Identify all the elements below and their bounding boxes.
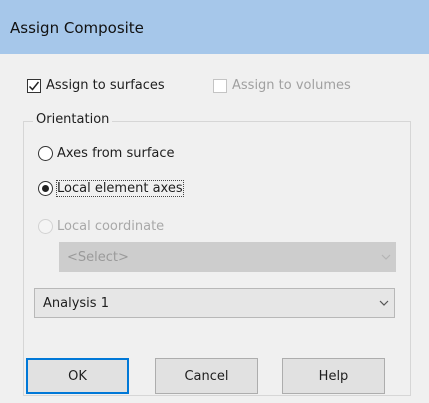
analysis-select-value: Analysis 1 [43,295,109,311]
checkbox-box[interactable] [27,78,41,93]
cancel-button[interactable]: Cancel [155,358,258,394]
coordinate-select[interactable]: <Select> [59,242,396,272]
radio-local-element-axes[interactable]: Local element axes [38,180,184,197]
help-button[interactable]: Help [282,358,385,394]
orientation-group-label: Orientation [33,112,113,127]
checkmark-icon [28,81,40,91]
assign-to-surfaces-label: Assign to surfaces [46,78,165,93]
analysis-select[interactable]: Analysis 1 [34,288,395,318]
radio-axes-from-surface[interactable]: Axes from surface [38,146,175,161]
radio-selected-dot [42,185,49,192]
chevron-down-icon [376,254,396,260]
radio-label: Local coordinate [57,219,165,234]
checkbox-box[interactable] [213,78,227,93]
assign-to-volumes-checkbox[interactable]: Assign to volumes [213,78,351,93]
assign-to-surfaces-checkbox[interactable]: Assign to surfaces [27,78,165,93]
window-title: Assign Composite [10,19,144,37]
chevron-down-icon [374,300,394,306]
radio-button[interactable] [38,219,53,234]
radio-button[interactable] [38,181,53,196]
radio-button[interactable] [38,146,53,161]
assign-to-volumes-label: Assign to volumes [232,78,351,93]
radio-local-coordinate[interactable]: Local coordinate [38,219,164,234]
coordinate-select-value: <Select> [67,249,129,265]
title-bar: Assign Composite [0,0,429,54]
radio-label: Local element axes [56,180,184,197]
dialog-body: Assign to surfaces Assign to volumes Ori… [0,54,429,403]
ok-button[interactable]: OK [26,358,129,394]
radio-label: Axes from surface [57,146,175,161]
